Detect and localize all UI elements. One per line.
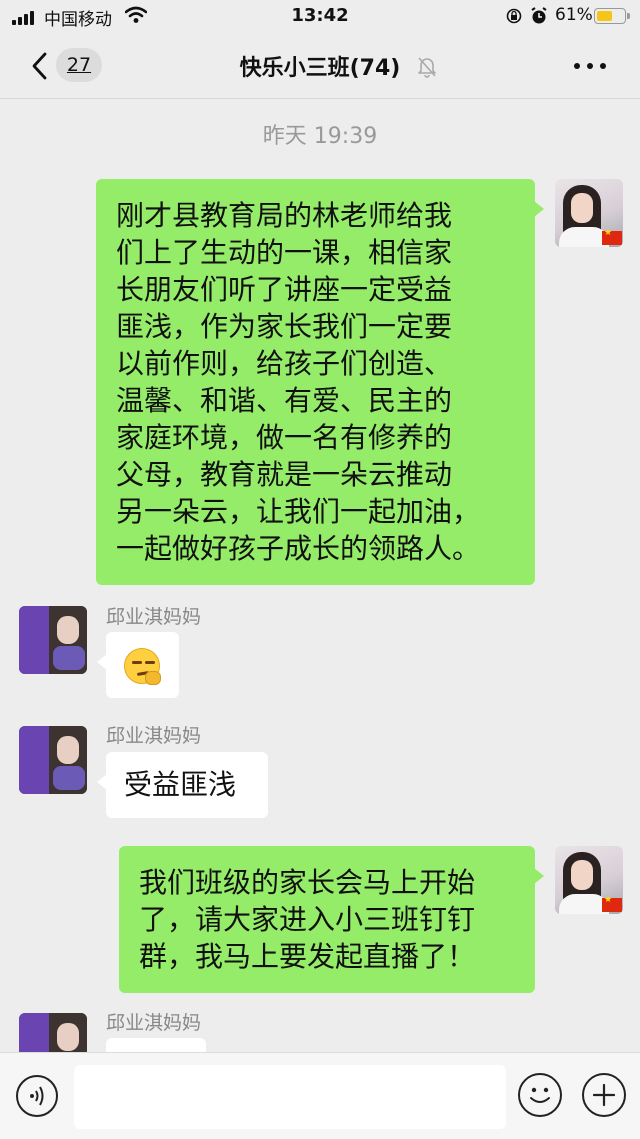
message-line: 我们班级的家长会马上开始	[139, 866, 476, 899]
avatar-sender[interactable]	[19, 606, 87, 674]
header-divider	[0, 98, 640, 99]
message-bubble-incoming[interactable]	[97, 1038, 206, 1076]
message-input[interactable]	[74, 1065, 506, 1129]
message-line: 一起做好孩子成长的领路人。	[116, 532, 481, 565]
message-bubble-incoming[interactable]	[97, 632, 179, 698]
status-bar: 中国移动 13:42 61%	[0, 0, 640, 34]
avatar-sender[interactable]	[19, 1013, 87, 1052]
message-line: 以前作则，给孩子们创造、	[116, 347, 453, 380]
message-line: 另一朵云，让我们一起加油，	[116, 495, 481, 528]
message-line: 温馨、和谐、有爱、民主的	[116, 384, 453, 417]
input-bar	[0, 1052, 640, 1139]
flag-icon	[602, 895, 622, 912]
more-dots-icon[interactable]	[574, 63, 606, 71]
avatar-self[interactable]	[555, 846, 623, 914]
message-line: 父母，教育就是一朵云推动	[116, 458, 453, 491]
message-line: 长朋友们听了讲座一定受益	[116, 273, 453, 306]
message-bubble-outgoing[interactable]: 刚才县教育局的林老师给我 们上了生动的一课，相信家 长朋友们听了讲座一定受益 匪…	[96, 179, 544, 585]
rotation-lock-icon	[506, 8, 522, 24]
battery-percent: 61%	[555, 5, 593, 25]
message-line: 家庭环境，做一名有修养的	[116, 421, 453, 454]
sender-name: 邱业淇妈妈	[106, 725, 202, 747]
chat-header: 27 快乐小三班(74)	[0, 34, 640, 98]
avatar-self[interactable]	[555, 179, 623, 247]
sender-name: 邱业淇妈妈	[106, 606, 202, 628]
message-line: 匪浅，作为家长我们一定要	[116, 310, 453, 343]
smile-icon[interactable]	[518, 1073, 562, 1117]
message-line: 群，我马上要发起直播了！	[139, 940, 476, 973]
chat-timestamp: 昨天 19:39	[262, 124, 378, 149]
chat-title[interactable]: 快乐小三班(74)	[0, 50, 640, 82]
message-bubble-outgoing[interactable]: 我们班级的家长会马上开始 了，请大家进入小三班钉钉 群，我马上要发起直播了！	[119, 846, 544, 993]
battery-icon	[594, 8, 630, 24]
bell-off-icon	[418, 57, 436, 78]
smirking-face-with-hand-icon	[124, 648, 161, 685]
plus-icon[interactable]	[582, 1073, 626, 1117]
sender-name: 邱业淇妈妈	[106, 1012, 202, 1034]
voice-icon[interactable]	[16, 1075, 58, 1117]
message-line: 们上了生动的一课，相信家	[116, 236, 453, 269]
avatar-sender[interactable]	[19, 726, 87, 794]
message-line: 刚才县教育局的林老师给我	[116, 199, 453, 232]
message-line: 了，请大家进入小三班钉钉	[139, 903, 476, 936]
message-bubble-incoming[interactable]: 受益匪浅	[97, 752, 268, 818]
message-text: 受益匪浅	[124, 768, 237, 801]
flag-icon	[602, 228, 622, 245]
alarm-icon	[531, 7, 547, 24]
